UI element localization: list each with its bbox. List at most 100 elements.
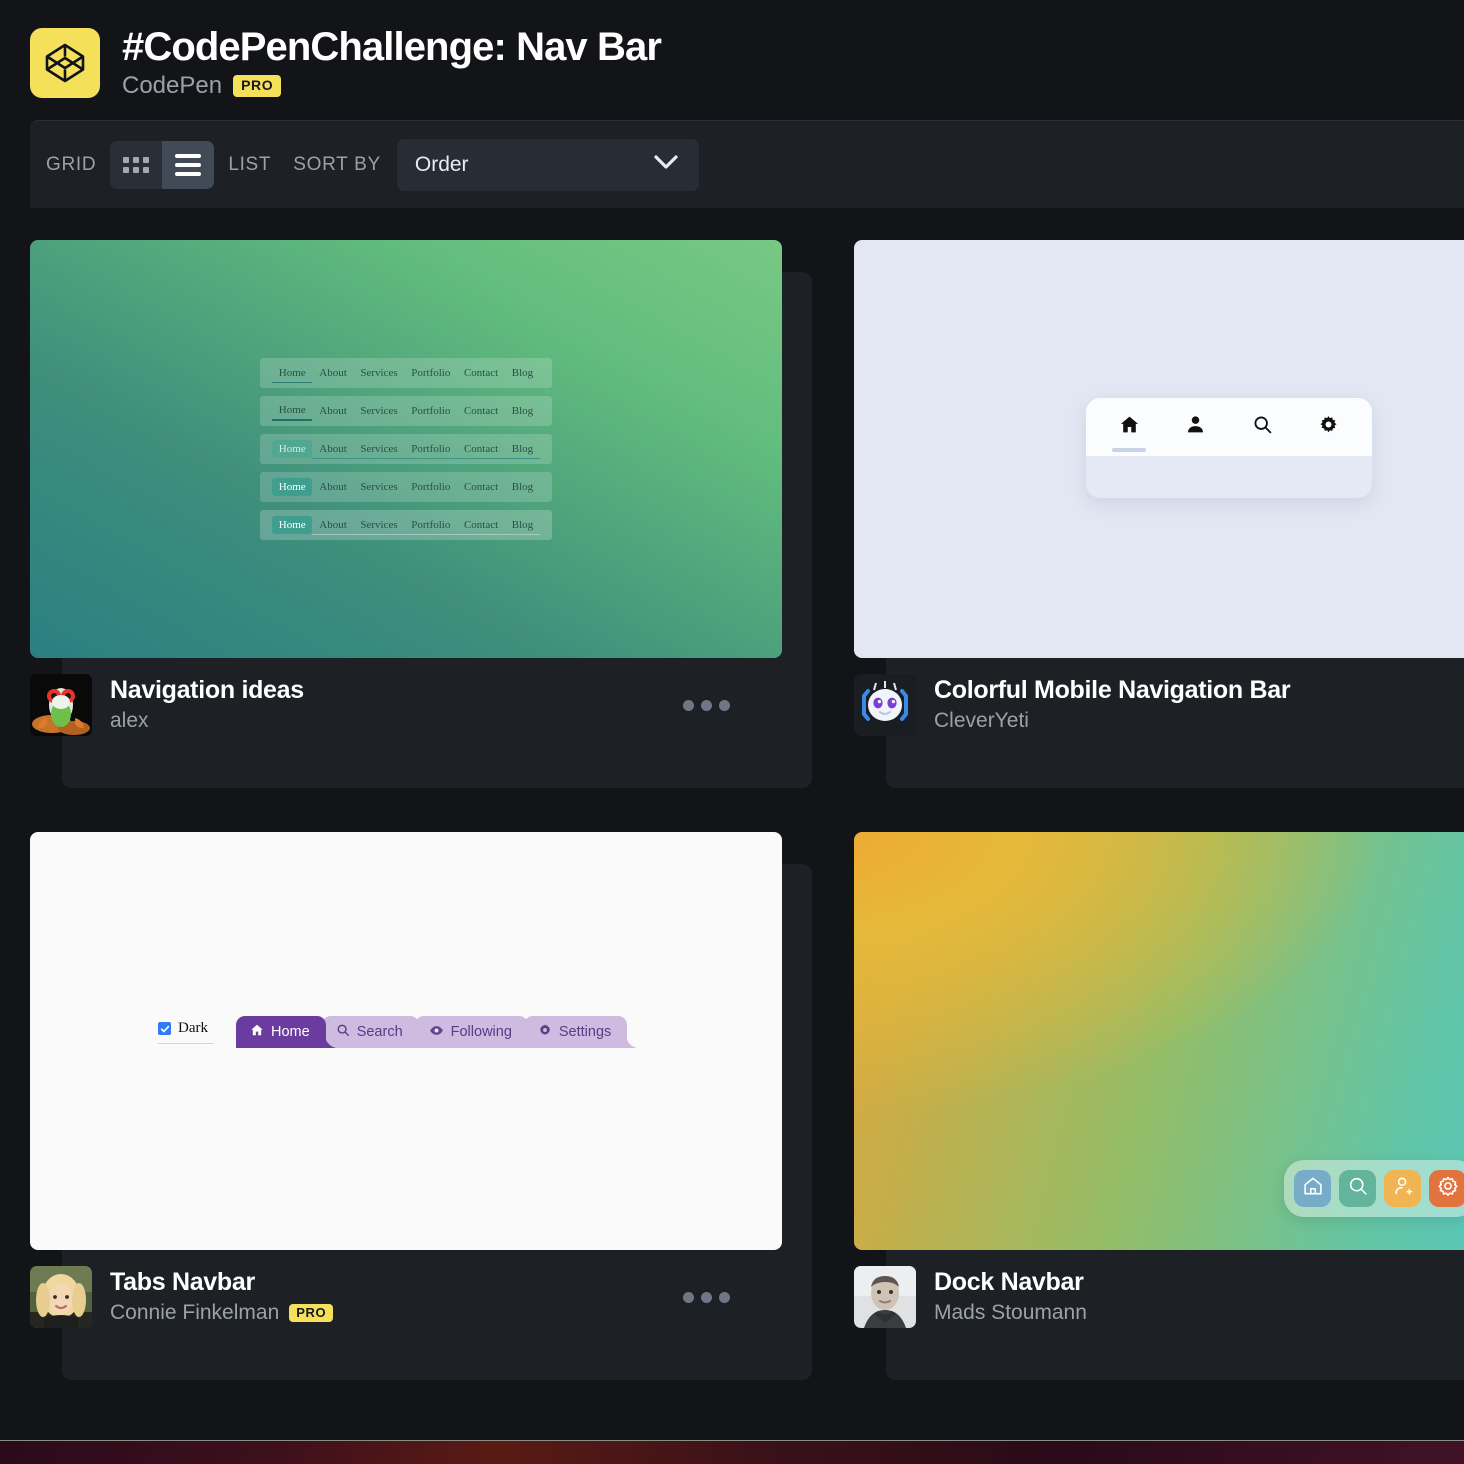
codepen-logo-icon[interactable] xyxy=(30,28,100,98)
pen-title[interactable]: Dock Navbar xyxy=(934,1268,1464,1297)
nav-link-about[interactable]: About xyxy=(312,402,353,420)
nav-link-portfolio[interactable]: Portfolio xyxy=(404,478,457,496)
nav-link-about[interactable]: About xyxy=(312,440,354,459)
mobile-nav-card xyxy=(1086,398,1372,498)
pen-meta-text: Tabs Navbar Connie Finkelman PRO xyxy=(110,1268,665,1326)
nav-link-contact[interactable]: Contact xyxy=(457,516,505,535)
pen-meta: Navigation ideas alex xyxy=(30,658,782,736)
mobile-nav-item-search[interactable] xyxy=(1252,414,1273,440)
pen-card[interactable]: Dock Navbar Mads Stoumann xyxy=(854,832,1464,1380)
nav-link-blog[interactable]: Blog xyxy=(504,516,540,535)
pen-author[interactable]: CleverYeti xyxy=(934,709,1029,733)
yeti-avatar[interactable] xyxy=(854,674,916,736)
view-toolbar: GRID LIST SORT BY Order xyxy=(30,120,1464,208)
list-view-icon xyxy=(175,153,202,176)
dock-button-settings[interactable] xyxy=(1429,1170,1464,1207)
nav-link-blog[interactable]: Blog xyxy=(505,478,540,496)
nav-link-home[interactable]: Home xyxy=(272,478,313,496)
more-options-icon[interactable] xyxy=(683,1291,730,1303)
pen-author[interactable]: Connie Finkelman xyxy=(110,1301,279,1325)
nav-link-home[interactable]: Home xyxy=(272,364,313,383)
owner-name[interactable]: CodePen xyxy=(122,72,222,100)
nav-link-contact[interactable]: Contact xyxy=(457,440,505,459)
tab-label: Settings xyxy=(558,1024,612,1040)
dock-button-add-person[interactable] xyxy=(1384,1170,1421,1207)
tab-label: Search xyxy=(356,1024,403,1040)
pro-badge: PRO xyxy=(233,75,282,97)
more-options-icon[interactable] xyxy=(683,699,730,711)
pen-grid: Home About Services Portfolio Contact Bl… xyxy=(30,208,1464,1380)
mobile-nav-item-home[interactable] xyxy=(1112,414,1147,452)
nav-link-contact[interactable]: Contact xyxy=(457,402,505,420)
list-view-button[interactable] xyxy=(162,140,215,189)
pen-preview[interactable]: Home About Services Portfolio Contact Bl… xyxy=(30,240,782,658)
page-root: #CodePenChallenge: Nav Bar CodePen PRO G… xyxy=(0,0,1464,1464)
nav-row: Home About Services Portfolio Contact Bl… xyxy=(260,434,552,464)
pen-title[interactable]: Colorful Mobile Navigation Bar xyxy=(934,676,1464,705)
nav-link-services[interactable]: Services xyxy=(354,402,405,420)
nav-link-blog[interactable]: Blog xyxy=(505,364,540,382)
mobile-nav-item-person[interactable] xyxy=(1185,414,1206,440)
nav-link-home[interactable]: Home xyxy=(272,440,313,458)
pen-author-row: Mads Stoumann xyxy=(934,1301,1464,1325)
nav-link-services[interactable]: Services xyxy=(353,440,405,459)
list-label: LIST xyxy=(228,153,272,175)
nav-link-portfolio[interactable]: Portfolio xyxy=(404,516,458,535)
mobile-nav-item-settings[interactable] xyxy=(1318,414,1339,440)
pen-card[interactable]: Home About Services Portfolio Contact Bl… xyxy=(30,240,812,788)
pen-preview[interactable] xyxy=(854,240,1464,658)
sort-select[interactable]: Order xyxy=(396,138,699,191)
nav-link-contact[interactable]: Contact xyxy=(457,478,505,496)
checkbox-checked-icon xyxy=(158,1022,171,1035)
nav-link-portfolio[interactable]: Portfolio xyxy=(404,364,457,382)
gear-icon xyxy=(1437,1175,1459,1202)
nav-link-about[interactable]: About xyxy=(312,516,354,535)
dock-button-search[interactable] xyxy=(1339,1170,1376,1207)
pen-card[interactable]: Colorful Mobile Navigation Bar CleverYet… xyxy=(854,240,1464,788)
nav-link-about[interactable]: About xyxy=(312,478,353,496)
mobile-nav-bar xyxy=(1086,398,1372,456)
pen-title[interactable]: Tabs Navbar xyxy=(110,1268,665,1297)
pen-author[interactable]: alex xyxy=(110,709,149,733)
tab-label: Home xyxy=(271,1024,310,1040)
nav-ideas-stack: Home About Services Portfolio Contact Bl… xyxy=(260,358,552,540)
pen-meta: Dock Navbar Mads Stoumann xyxy=(854,1250,1464,1328)
nav-link-blog[interactable]: Blog xyxy=(504,440,540,459)
active-indicator xyxy=(1112,448,1147,452)
home-icon xyxy=(1119,414,1140,440)
gear-icon xyxy=(1318,414,1339,440)
header-subtitle: CodePen PRO xyxy=(122,72,661,100)
nav-link-about[interactable]: About xyxy=(312,364,353,382)
tabs-navbar: Dark Home Search Following Settings xyxy=(158,1016,628,1048)
pen-preview[interactable]: Dark Home Search Following Settings xyxy=(30,832,782,1250)
nav-link-portfolio[interactable]: Portfolio xyxy=(404,440,458,459)
tab-home[interactable]: Home xyxy=(236,1016,326,1048)
grid-view-button[interactable] xyxy=(110,140,163,189)
search-icon xyxy=(1252,414,1273,440)
nav-link-home[interactable]: Home xyxy=(272,516,313,534)
pen-author-row: CleverYeti xyxy=(934,709,1464,733)
nav-link-services[interactable]: Services xyxy=(354,478,405,496)
chevron-down-icon xyxy=(653,154,679,175)
nav-link-services[interactable]: Services xyxy=(353,516,405,535)
nav-link-services[interactable]: Services xyxy=(354,364,405,382)
header-text-block: #CodePenChallenge: Nav Bar CodePen PRO xyxy=(122,26,662,100)
nav-link-home[interactable]: Home xyxy=(272,401,313,421)
pen-author[interactable]: Mads Stoumann xyxy=(934,1301,1087,1325)
author-pro-badge: PRO xyxy=(289,1304,334,1323)
man-avatar[interactable] xyxy=(854,1266,916,1328)
woman-avatar[interactable] xyxy=(30,1266,92,1328)
pen-meta-text: Colorful Mobile Navigation Bar CleverYet… xyxy=(934,676,1464,734)
pen-card[interactable]: Dark Home Search Following Settings Tabs… xyxy=(30,832,812,1380)
dark-mode-checkbox[interactable]: Dark xyxy=(158,1020,214,1044)
nav-link-contact[interactable]: Contact xyxy=(457,364,505,382)
home-icon xyxy=(1302,1175,1324,1202)
dock-button-home[interactable] xyxy=(1294,1170,1331,1207)
pen-preview[interactable] xyxy=(854,832,1464,1250)
pen-title[interactable]: Navigation ideas xyxy=(110,676,665,705)
nav-link-portfolio[interactable]: Portfolio xyxy=(404,402,457,420)
dock-navbar xyxy=(1284,1160,1464,1217)
nav-link-blog[interactable]: Blog xyxy=(505,402,540,420)
grid-label: GRID xyxy=(46,153,97,175)
frog-avatar[interactable] xyxy=(30,674,92,736)
